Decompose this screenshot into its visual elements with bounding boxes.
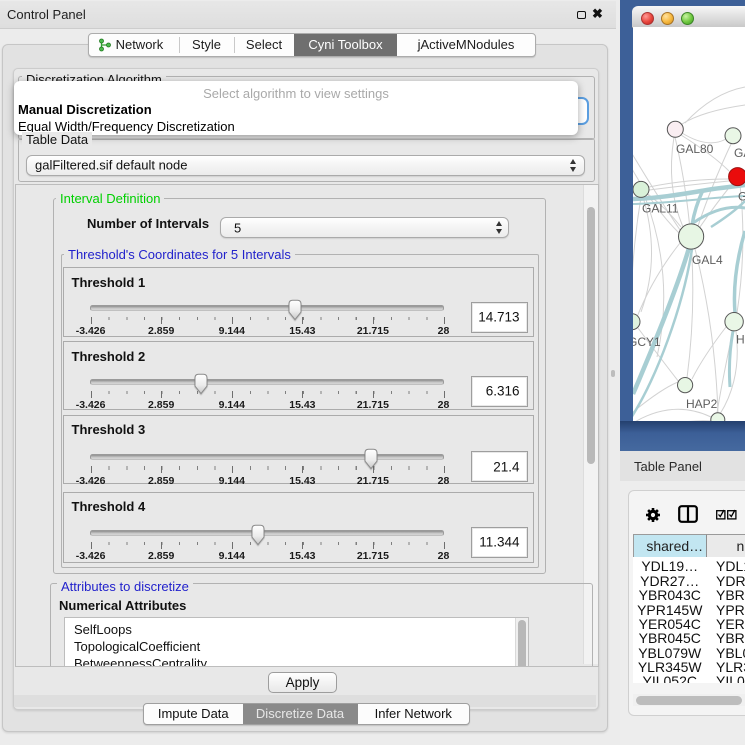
svg-text:HI: HI [736, 333, 745, 347]
svg-text:GAL11: GAL11 [642, 202, 679, 216]
svg-text:GAL4: GAL4 [692, 253, 723, 267]
svg-text:G: G [738, 190, 745, 204]
svg-text:GCY1: GCY1 [633, 335, 661, 349]
svg-text:GA: GA [734, 146, 745, 160]
svg-text:GAL80: GAL80 [676, 142, 714, 156]
svg-text:HAP2: HAP2 [686, 397, 718, 411]
